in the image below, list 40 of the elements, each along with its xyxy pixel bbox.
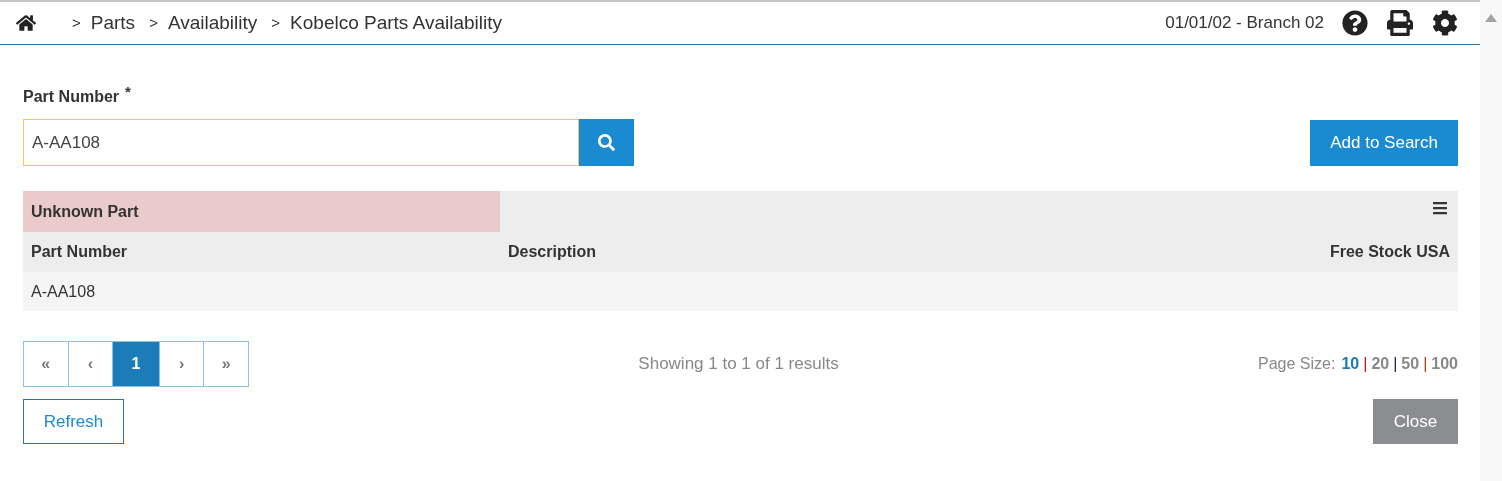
column-header[interactable]: Part Number: [23, 240, 500, 264]
add-to-search-button[interactable]: Add to Search: [1310, 119, 1458, 166]
menu-icon[interactable]: [1432, 199, 1448, 216]
page-size-option[interactable]: 50: [1401, 352, 1420, 376]
page-size-separator: |: [1423, 354, 1428, 374]
page-size-option[interactable]: 100: [1431, 352, 1458, 376]
part-number-field[interactable]: A-AA108: [23, 119, 579, 166]
page-size-option[interactable]: 20: [1371, 352, 1390, 376]
refresh-button[interactable]: Refresh: [23, 399, 124, 444]
search-icon: [598, 134, 615, 151]
column-header[interactable]: Description: [500, 240, 1158, 264]
field-label: Part Number: [23, 87, 120, 107]
pagination-button[interactable]: »: [203, 341, 249, 387]
breadcrumb-item[interactable]: Parts: [90, 8, 136, 38]
column-header[interactable]: Free Stock USA: [1158, 240, 1458, 264]
print-icon[interactable]: [1386, 10, 1414, 36]
page-size-separator: |: [1363, 354, 1368, 374]
pagination-button[interactable]: «: [23, 341, 69, 387]
branch-context: 01/01/02 - Branch 02: [1165, 12, 1324, 35]
pagination-button[interactable]: 1: [112, 341, 160, 387]
breadcrumb-separator: >: [72, 12, 81, 33]
breadcrumb-separator: >: [149, 12, 158, 33]
table-cell-text: A-AA108: [30, 281, 97, 302]
close-button[interactable]: Close: [1373, 399, 1458, 444]
group-header: Unknown Part: [23, 191, 500, 232]
pagination-button[interactable]: ›: [158, 341, 205, 387]
home-icon[interactable]: [16, 14, 36, 32]
breadcrumb-item[interactable]: Kobelco Parts Availability: [290, 8, 502, 38]
breadcrumb-item[interactable]: Availability: [167, 8, 258, 38]
help-icon[interactable]: [1342, 10, 1368, 36]
search-button[interactable]: [579, 119, 634, 166]
page-size-separator: |: [1393, 354, 1398, 374]
page-size-label: Page Size:: [1258, 354, 1336, 374]
scrollbar[interactable]: [1480, 0, 1502, 481]
pagination-button[interactable]: ‹: [67, 341, 114, 387]
page-size-option[interactable]: 10: [1341, 352, 1360, 376]
settings-icon[interactable]: [1432, 10, 1458, 36]
required-mark: *: [125, 82, 131, 102]
breadcrumb-separator: >: [271, 12, 281, 33]
results-summary: Showing 1 to 1 of 1 results: [638, 353, 839, 376]
